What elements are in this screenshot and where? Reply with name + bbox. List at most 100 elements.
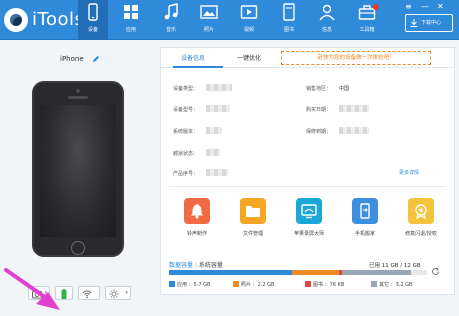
- tile-repair-icon-bg: [408, 198, 434, 224]
- storage-usage-bar: [169, 270, 427, 275]
- storage-summary: 已用 11 GB / 12 GB: [369, 263, 421, 269]
- nav-music[interactable]: 音乐: [156, 0, 186, 40]
- phone-screen: [40, 105, 116, 237]
- info-label-region: 销售地区：: [306, 86, 332, 92]
- info-label-warranty: 保修到期：: [306, 129, 332, 135]
- legend-other-label: 其它 ：3.2 GB: [379, 282, 413, 288]
- redacted-value: [339, 127, 369, 134]
- tile-screen-record-icon-bg: [296, 198, 322, 224]
- nav-photos[interactable]: 照片: [194, 0, 224, 40]
- health-check-banner[interactable]: 赶快为您的设备做一次体检吧！: [281, 51, 431, 65]
- health-check-text: 赶快为您的设备做一次体检吧！: [317, 55, 395, 61]
- nav-device[interactable]: 设备: [78, 0, 108, 40]
- device-panel: iPhone ▾ ▾: [0, 41, 160, 310]
- phone-home-button: [71, 241, 85, 255]
- tile-file-manager[interactable]: 文件管理: [225, 198, 281, 240]
- wifi-tool[interactable]: [78, 286, 100, 300]
- redacted-value: [206, 84, 232, 91]
- bell-icon: [191, 204, 203, 219]
- legend-swatch: [371, 281, 377, 287]
- device-image: [32, 81, 124, 257]
- redacted-value: [206, 169, 228, 176]
- tile-file-manager-icon-bg: [240, 198, 266, 224]
- info-value-region: 中国: [339, 86, 350, 92]
- nav-apps[interactable]: 应用: [116, 0, 146, 40]
- tile-repair[interactable]: 修复闪退/授权: [393, 198, 449, 240]
- close-icon[interactable]: ✕: [437, 2, 444, 12]
- download-center-button[interactable]: 下载中心: [405, 14, 453, 32]
- apps-grid-icon: [124, 5, 138, 19]
- info-tabs: 设备信息 一键优化 赶快为您的设备做一次体检吧！: [161, 48, 454, 68]
- redacted-value: [206, 127, 222, 134]
- tab-device-info[interactable]: 设备信息: [181, 53, 205, 62]
- pencil-icon[interactable]: [92, 55, 100, 63]
- redacted-value: [339, 105, 369, 112]
- app-logo: iTools: [4, 7, 84, 33]
- info-label-device-type: 设备类型：: [173, 86, 199, 92]
- more-details-link[interactable]: 更多详情: [399, 169, 419, 176]
- logo-eye-icon: [4, 8, 28, 32]
- legend-apps: 应用 ：5.7 GB: [169, 281, 210, 288]
- nav-video[interactable]: 视频: [234, 0, 264, 40]
- legend-swatch: [233, 281, 239, 287]
- nav-apps-label: 应用: [125, 27, 136, 33]
- nav-music-label: 音乐: [165, 27, 176, 33]
- info-label-serial: 产品序号：: [173, 171, 199, 177]
- screen-record-icon: [301, 204, 317, 219]
- user-icon: [319, 4, 335, 21]
- phone-camera: [76, 89, 80, 93]
- nav-photos-label: 照片: [203, 27, 214, 33]
- phone-icon: [88, 3, 98, 21]
- tile-ringtone[interactable]: 铃声制作: [169, 198, 225, 240]
- tile-repair-label: 修复闪退/授权: [405, 231, 437, 237]
- legend-books-label: 图书 ：76 KB: [313, 282, 345, 288]
- refresh-icon[interactable]: [431, 267, 440, 276]
- info-label-purchase-date: 购买日期：: [306, 107, 332, 113]
- download-icon: [410, 19, 418, 27]
- storage-seg-apps: [169, 270, 292, 275]
- phone-speaker: [68, 96, 88, 99]
- nav-device-label: 设备: [87, 27, 98, 33]
- top-bar: iTools 设备 应用 音乐 照片 视频 图书 信息 工具箱 ≡ — ✕ 下载…: [0, 0, 459, 40]
- repair-badge-icon: [415, 204, 427, 219]
- nav-toolbox-label: 工具箱: [359, 27, 375, 33]
- annotation-arrow-icon: [4, 268, 60, 310]
- tab-optimize[interactable]: 一键优化: [237, 53, 261, 62]
- minimize-icon[interactable]: —: [421, 2, 429, 12]
- tab-system-capacity[interactable]: 系统容量: [199, 262, 223, 269]
- active-tab-indicator: [173, 66, 223, 68]
- legend-photos-label: 照片 ：2.2 GB: [241, 282, 275, 288]
- storage-seg-photos: [292, 270, 339, 275]
- nav-info-label: 信息: [321, 27, 332, 33]
- tile-ringtone-icon-bg: [184, 198, 210, 224]
- settings-tool[interactable]: ▾: [105, 286, 131, 300]
- section-divider: [169, 186, 446, 187]
- storage-tabs: 数据容量 | 系统容量: [169, 262, 223, 269]
- wifi-icon: [82, 290, 92, 299]
- legend-photos: 照片 ：2.2 GB: [233, 281, 274, 288]
- info-label-model: 设备型号：: [173, 107, 199, 113]
- nav-info[interactable]: 信息: [312, 0, 342, 40]
- legend-swatch: [305, 281, 311, 287]
- tile-phone-transfer[interactable]: 手机搬家: [337, 198, 393, 240]
- notification-dot: [373, 4, 379, 10]
- nav-video-label: 视频: [243, 27, 254, 33]
- photo-icon: [200, 5, 218, 19]
- redacted-value: [206, 149, 220, 156]
- legend-books: 图书 ：76 KB: [305, 281, 344, 288]
- info-panel: 设备信息 一键优化 赶快为您的设备做一次体检吧！ 设备类型： 设备型号： 系统版…: [160, 47, 455, 295]
- menu-icon[interactable]: ≡: [405, 2, 412, 12]
- folder-icon: [246, 206, 260, 217]
- tab-data-capacity[interactable]: 数据容量: [169, 262, 193, 269]
- tile-screen-record[interactable]: 苹果录屏大师: [281, 198, 337, 240]
- tile-phone-transfer-label: 手机搬家: [354, 231, 375, 237]
- tile-phone-transfer-icon-bg: [352, 198, 378, 224]
- device-name: iPhone: [60, 55, 84, 63]
- tile-file-manager-label: 文件管理: [242, 231, 263, 237]
- info-label-jailbreak: 越狱状态：: [173, 151, 199, 157]
- music-note-icon: [164, 3, 178, 20]
- nav-books[interactable]: 图书: [274, 0, 304, 40]
- redacted-value: [206, 105, 230, 112]
- legend-apps-label: 应用 ：5.7 GB: [177, 282, 211, 288]
- legend-swatch: [169, 281, 175, 287]
